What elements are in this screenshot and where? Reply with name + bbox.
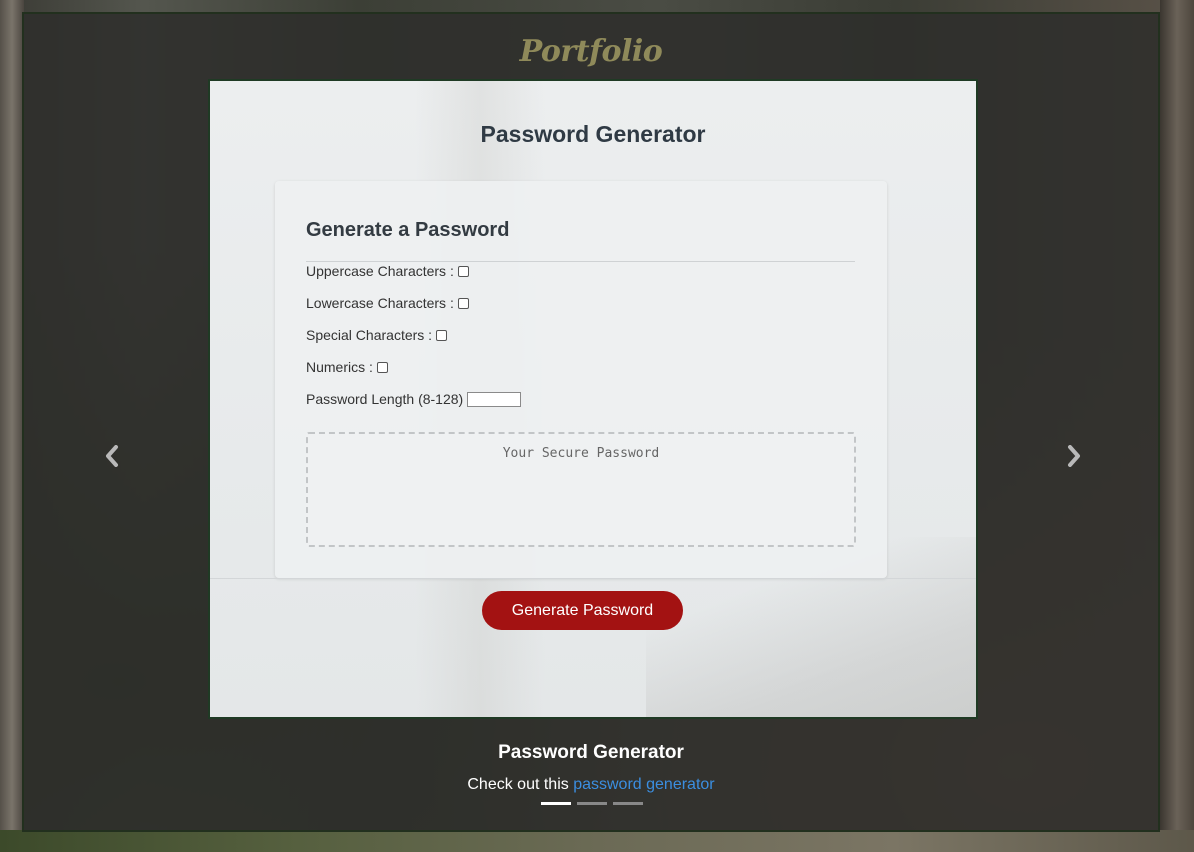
background-ground xyxy=(0,830,1194,852)
special-label: Special Characters : xyxy=(306,327,433,343)
generator-card: Generate a Password Uppercase Characters… xyxy=(275,181,887,578)
chevron-right-icon xyxy=(1067,445,1081,467)
password-output[interactable]: Your Secure Password xyxy=(306,432,856,547)
uppercase-option: Uppercase Characters : xyxy=(306,263,469,279)
carousel-next-button[interactable] xyxy=(1064,442,1084,470)
lowercase-checkbox[interactable] xyxy=(457,297,469,309)
caption-title: Password Generator xyxy=(498,742,684,763)
chevron-left-icon xyxy=(105,445,119,467)
caption-text: Check out this password generator xyxy=(24,776,1158,794)
brand-title[interactable]: Portfolio xyxy=(24,34,1158,69)
length-option: Password Length (8-128) xyxy=(306,391,522,407)
background-tree-left xyxy=(0,0,24,852)
app-title: Password Generator xyxy=(480,121,706,147)
generate-password-button[interactable]: Generate Password xyxy=(482,591,683,630)
background-tree-right xyxy=(1160,0,1194,852)
carousel-indicators xyxy=(541,802,643,805)
carousel-indicator-2[interactable] xyxy=(577,802,607,805)
uppercase-label: Uppercase Characters : xyxy=(306,263,454,279)
special-checkbox[interactable] xyxy=(436,329,448,341)
card-title: Generate a Password xyxy=(306,219,510,241)
portfolio-panel: Portfolio Password Generator Generate a … xyxy=(22,12,1160,832)
length-label: Password Length (8-128) xyxy=(306,391,464,407)
lowercase-option: Lowercase Characters : xyxy=(306,295,469,311)
uppercase-checkbox[interactable] xyxy=(457,265,469,277)
numerics-option: Numerics : xyxy=(306,359,388,375)
caption-link[interactable]: password generator xyxy=(573,776,714,793)
carousel-indicator-3[interactable] xyxy=(613,802,643,805)
card-footer-divider xyxy=(210,578,976,579)
special-option: Special Characters : xyxy=(306,327,448,343)
carousel-indicator-1[interactable] xyxy=(541,802,571,805)
length-input[interactable] xyxy=(467,391,522,407)
carousel-slide: Password Generator Generate a Password U… xyxy=(208,79,978,719)
card-divider xyxy=(306,261,855,262)
numerics-label: Numerics : xyxy=(306,359,373,375)
lowercase-label: Lowercase Characters : xyxy=(306,295,454,311)
caption-prefix: Check out this xyxy=(467,776,574,793)
carousel-prev-button[interactable] xyxy=(102,442,122,470)
numerics-checkbox[interactable] xyxy=(376,361,388,373)
